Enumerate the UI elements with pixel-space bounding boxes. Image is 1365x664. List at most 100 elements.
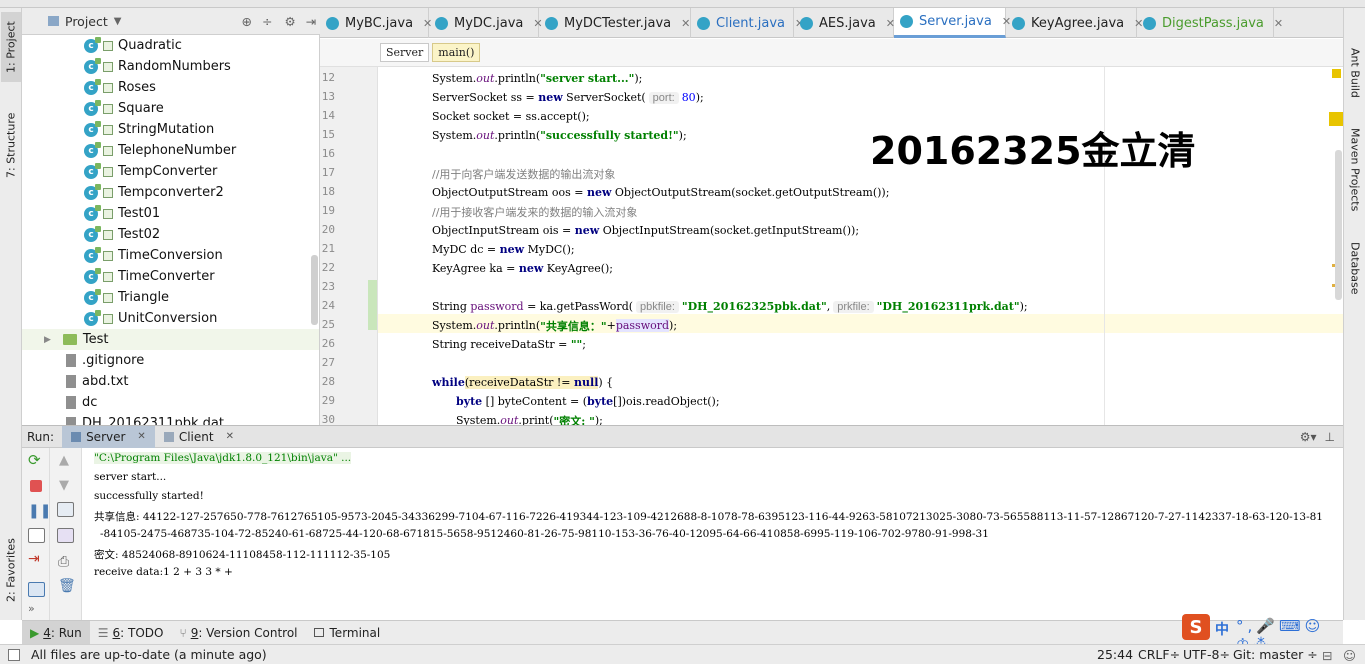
tab-keyagree[interactable]: KeyAgree.java ✕ [1006, 8, 1143, 38]
tree-item[interactable]: c TimeConversion [84, 245, 223, 266]
sync-icon[interactable]: ⊕ [241, 14, 251, 29]
line-number: 22 [321, 261, 335, 274]
print-icon[interactable]: ⎙ [58, 554, 75, 570]
ime-logo[interactable]: S [1182, 614, 1210, 640]
tab-label: Client.java [716, 15, 786, 31]
gear-icon[interactable]: ⚙ [284, 14, 295, 29]
code-line: KeyAgree ka = new KeyAgree(); [432, 262, 614, 275]
tree-item[interactable]: c StringMutation [84, 119, 214, 140]
tree-item-label: abd.txt [82, 374, 129, 389]
ant-build-tool-button[interactable]: Ant Build [1345, 38, 1365, 108]
run-tab-server[interactable]: Server ✕ [62, 425, 155, 448]
rerun-icon[interactable]: ⟳ [28, 453, 45, 468]
ime-toolbar-icons[interactable]: °,🎤⌨☺♔⁂ [1236, 617, 1346, 653]
vcs-change-marker[interactable] [368, 280, 377, 330]
tree-item[interactable]: c RandomNumbers [84, 56, 231, 77]
class-icon: c [84, 78, 101, 95]
line-number: 13 [321, 90, 335, 103]
arrow-up-icon[interactable]: ▲ [59, 453, 76, 468]
exit-icon[interactable]: ⇥ [28, 552, 45, 567]
more-icon[interactable]: » [28, 602, 45, 617]
terminal-tool-button[interactable]: Terminal [306, 621, 389, 645]
ime-mode[interactable]: 中 [1215, 619, 1229, 641]
collapse-icon[interactable]: ÷ [262, 14, 272, 29]
file-encoding[interactable]: UTF-8÷ [1183, 647, 1230, 662]
tree-item[interactable]: c Tempconverter2 [84, 182, 224, 203]
tab-mybc[interactable]: MyBC.java ✕ [320, 8, 432, 38]
line-separator[interactable]: CRLF÷ [1138, 647, 1180, 662]
tab-aes[interactable]: AES.java ✕ [794, 8, 895, 38]
favorites-tool-button[interactable]: 2: Favorites [1, 528, 21, 613]
arrow-down-icon[interactable]: ▼ [59, 478, 76, 493]
tree-item[interactable]: c TelephoneNumber [84, 140, 236, 161]
runnable-icon [103, 292, 113, 303]
tree-item[interactable]: c Roses [84, 77, 156, 98]
tree-item[interactable]: c TimeConverter [84, 266, 215, 287]
tree-item-folder[interactable]: ▶ Test [22, 329, 319, 350]
database-tool-button[interactable]: Database [1345, 233, 1365, 303]
close-icon[interactable]: ✕ [137, 431, 145, 442]
tree-item-label: Test [82, 332, 109, 347]
tab-client[interactable]: Client.java✕ [691, 8, 804, 38]
code-line: Socket socket = ss.accept(); [432, 110, 590, 123]
camera-icon[interactable] [28, 528, 45, 543]
trash-icon[interactable]: 🗑 [58, 578, 76, 594]
version-control-tool-button[interactable]: ⑂ 9: Version Control [171, 621, 305, 645]
pause-icon[interactable]: ❚❚ [28, 504, 51, 519]
chevron-right-icon[interactable]: ▶ [44, 335, 51, 345]
run-tab-client[interactable]: Client ✕ [155, 426, 243, 448]
project-panel-title[interactable]: Project [65, 14, 108, 29]
runnable-icon [103, 271, 113, 282]
code-editor[interactable]: System. out .println("server start..."); S… [378, 67, 1343, 425]
chevron-down-icon[interactable]: ▼ [114, 16, 122, 27]
warning-marker[interactable] [1332, 69, 1341, 78]
maven-projects-tool-button[interactable]: Maven Projects [1345, 120, 1365, 220]
tree-item[interactable]: c UnitConversion [84, 308, 217, 329]
todo-tool-button[interactable]: ☰ 6: TODO [90, 621, 172, 645]
tree-item[interactable]: c TempConverter [84, 161, 217, 182]
close-icon[interactable]: ✕ [1274, 17, 1283, 30]
structure-tool-button[interactable]: 7: Structure [1, 103, 21, 188]
lock-icon[interactable]: ⊟ [1322, 648, 1332, 663]
run-tool-button[interactable]: ▶ 4: Run [22, 620, 90, 645]
tree-item[interactable]: c Test01 [84, 203, 160, 224]
breadcrumb-class[interactable]: Server [380, 43, 430, 62]
tree-scrollbar[interactable] [311, 255, 318, 325]
tree-item[interactable]: c Test02 [84, 224, 160, 245]
tree-item[interactable]: c Square [84, 98, 164, 119]
tab-mydctester[interactable]: MyDCTester.java ✕ [539, 8, 691, 38]
tree-item[interactable]: dc [64, 392, 97, 413]
hide-panel-icon[interactable]: ⊥ [1325, 430, 1335, 444]
close-icon[interactable]: ✕ [226, 431, 234, 442]
tree-item[interactable]: .gitignore [64, 350, 144, 371]
analysis-status-marker[interactable] [1329, 112, 1343, 126]
tree-item[interactable]: c Triangle [84, 287, 169, 308]
git-branch[interactable]: Git: master ÷ [1233, 647, 1318, 662]
stop-icon[interactable] [30, 480, 42, 492]
class-icon [800, 16, 813, 30]
gear-icon[interactable]: ⚙▾ [1300, 430, 1317, 444]
tab-digestpass[interactable]: DigestPass.java ✕ [1137, 8, 1283, 38]
breadcrumb-method[interactable]: main() [432, 43, 481, 62]
project-tool-button[interactable]: 1: Project [1, 12, 21, 82]
class-icon: c [84, 309, 101, 326]
tab-server[interactable]: Server.java ✕ [894, 8, 1011, 38]
tab-mydc[interactable]: MyDC.java ✕ [429, 8, 543, 38]
tree-item[interactable]: DH_20162311pbk.dat [64, 413, 224, 425]
tree-item[interactable]: abd.txt [64, 371, 129, 392]
scroll-to-end-icon[interactable] [57, 528, 74, 543]
soft-wrap-icon[interactable] [57, 502, 74, 517]
inspector-icon[interactable]: ☺ [1343, 648, 1356, 663]
hide-icon[interactable]: ⇥ [306, 14, 316, 29]
class-icon: c [84, 162, 101, 179]
toggle-tool-windows-icon[interactable] [8, 649, 20, 661]
editor-scrollbar[interactable] [1335, 150, 1342, 300]
tree-item[interactable]: c Quadratic [84, 35, 182, 56]
close-icon[interactable]: ✕ [681, 17, 690, 30]
runnable-icon [103, 40, 113, 51]
console-output[interactable]: "C:\Program Files\Java\jdk1.8.0_121\bin\… [82, 448, 1343, 620]
file-icon [66, 354, 76, 367]
layout-icon[interactable] [28, 582, 45, 597]
class-icon [697, 16, 710, 30]
caret-position[interactable]: 25:44 [1097, 647, 1133, 662]
